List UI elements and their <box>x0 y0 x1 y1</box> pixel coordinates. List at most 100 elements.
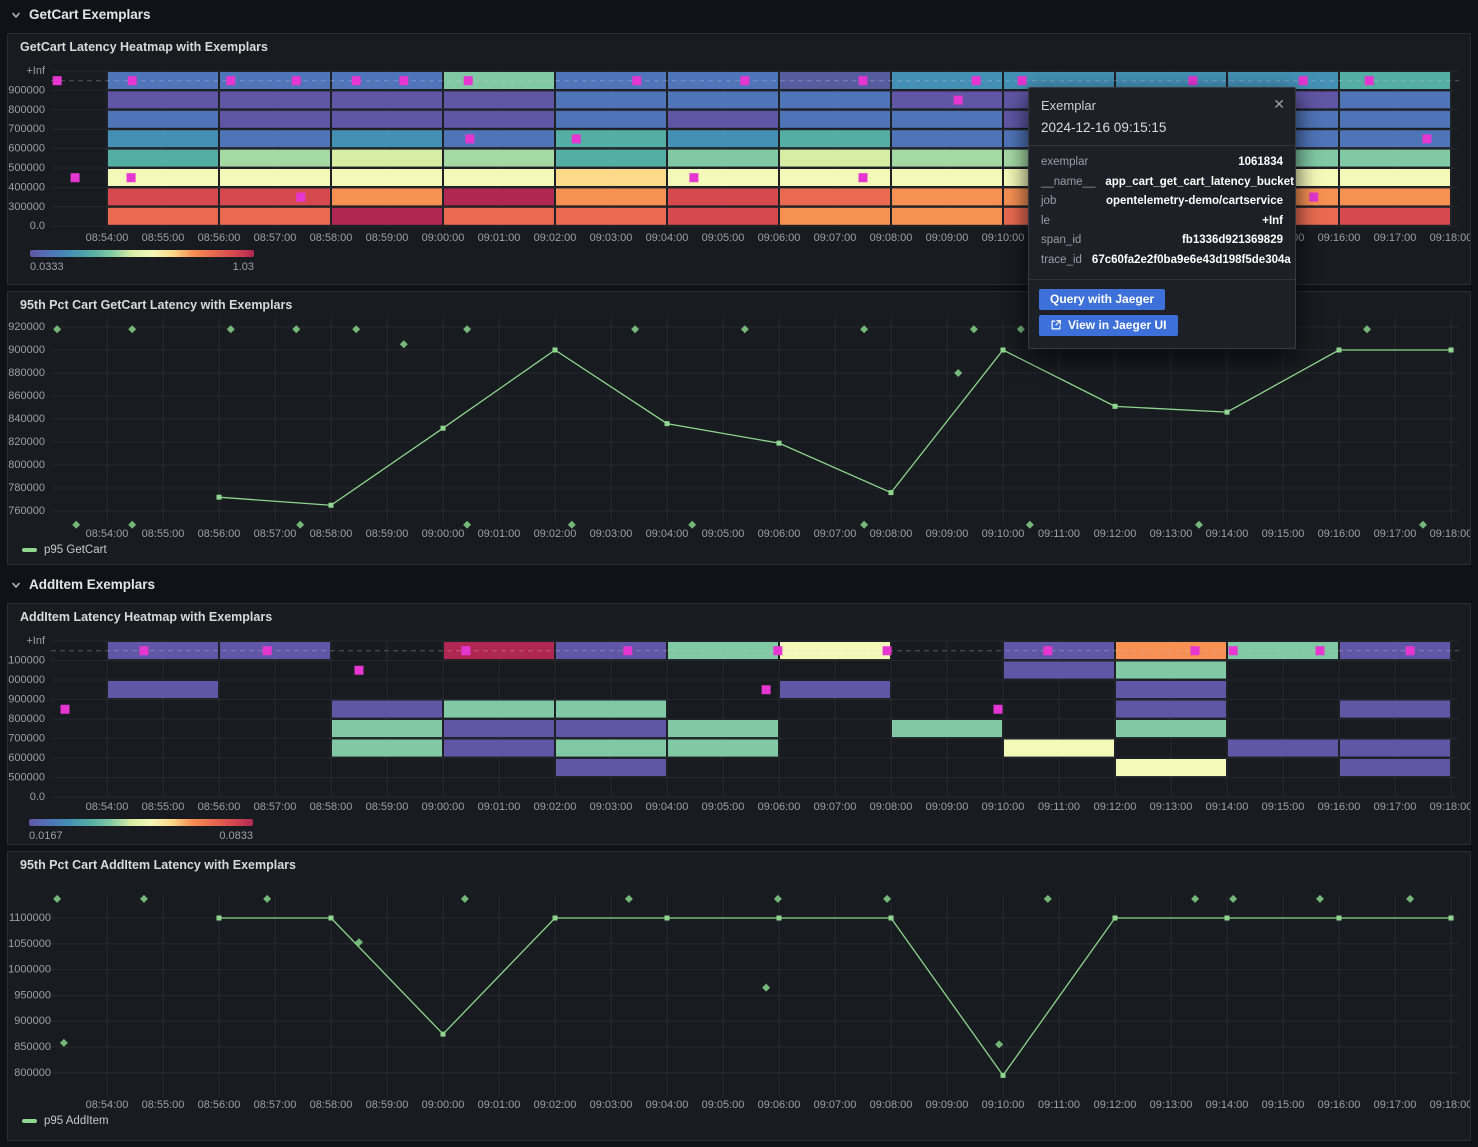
heatmap-cell[interactable] <box>556 188 666 205</box>
heatmap-cell[interactable] <box>220 111 330 128</box>
heatmap-cell[interactable] <box>444 740 554 757</box>
data-point[interactable] <box>329 503 334 508</box>
exemplar-marker[interactable] <box>859 76 868 85</box>
heatmap-cell[interactable] <box>108 150 218 167</box>
exemplar-marker[interactable] <box>1229 646 1238 655</box>
exemplar-marker[interactable] <box>1191 646 1200 655</box>
heatmap-cell[interactable] <box>108 91 218 108</box>
heatmap-cell[interactable] <box>1340 701 1450 718</box>
heatmap-cell[interactable] <box>1340 188 1450 205</box>
exemplar-marker[interactable] <box>689 173 698 182</box>
exemplar-diamond[interactable] <box>774 895 782 903</box>
heatmap-cell[interactable] <box>444 91 554 108</box>
exemplar-marker[interactable] <box>465 134 474 143</box>
heatmap-cell[interactable] <box>1116 681 1226 698</box>
data-point[interactable] <box>1337 916 1342 921</box>
heatmap-cell[interactable] <box>1116 701 1226 718</box>
heatmap-cell[interactable] <box>780 188 890 205</box>
data-point[interactable] <box>889 916 894 921</box>
data-point[interactable] <box>553 916 558 921</box>
exemplar-marker[interactable] <box>859 173 868 182</box>
heatmap-cell[interactable] <box>892 130 1002 147</box>
heatmap-cell[interactable] <box>892 91 1002 108</box>
data-point[interactable] <box>1113 916 1118 921</box>
heatmap-cell[interactable] <box>1340 759 1450 776</box>
heatmap-cell[interactable] <box>1116 759 1226 776</box>
exemplar-marker[interactable] <box>1309 193 1318 202</box>
exemplar-marker[interactable] <box>355 666 364 675</box>
heatmap-cell[interactable] <box>668 740 778 757</box>
heatmap-cell[interactable] <box>444 720 554 737</box>
heatmap-cell[interactable] <box>668 111 778 128</box>
heatmap-cell[interactable] <box>332 720 442 737</box>
data-point[interactable] <box>217 495 222 500</box>
heatmap-cell[interactable] <box>220 150 330 167</box>
heatmap-cell[interactable] <box>668 91 778 108</box>
data-point[interactable] <box>1225 916 1230 921</box>
heatmap-cell[interactable] <box>780 91 890 108</box>
heatmap-cell[interactable] <box>108 681 218 698</box>
heatmap-cell[interactable] <box>444 188 554 205</box>
heatmap-cell[interactable] <box>556 720 666 737</box>
exemplar-diamond[interactable] <box>72 521 80 529</box>
exemplar-diamond[interactable] <box>954 369 962 377</box>
exemplar-marker[interactable] <box>740 76 749 85</box>
exemplar-diamond[interactable] <box>1191 895 1199 903</box>
exemplar-marker[interactable] <box>1365 76 1374 85</box>
heatmap-cell[interactable] <box>892 720 1002 737</box>
data-point[interactable] <box>777 441 782 446</box>
data-point[interactable] <box>553 348 558 353</box>
data-point[interactable] <box>1337 348 1342 353</box>
heatmap-cell[interactable] <box>1340 91 1450 108</box>
exemplar-marker[interactable] <box>773 646 782 655</box>
exemplar-marker[interactable] <box>993 705 1002 714</box>
heatmap-cell[interactable] <box>332 111 442 128</box>
heatmap-cell[interactable] <box>1116 720 1226 737</box>
heatmap-cell[interactable] <box>556 111 666 128</box>
heatmap-cell[interactable] <box>108 130 218 147</box>
heatmap-cell[interactable] <box>556 740 666 757</box>
exemplar-marker[interactable] <box>461 646 470 655</box>
panel-title[interactable]: 95th Pct Cart GetCart Latency with Exemp… <box>20 298 292 312</box>
heatmap-cell[interactable] <box>444 169 554 186</box>
row-toggle-additem-exemplars[interactable]: AddItem Exemplars <box>10 577 155 592</box>
heatmap-cell[interactable] <box>1004 740 1114 757</box>
exemplar-marker[interactable] <box>1315 646 1324 655</box>
exemplar-marker[interactable] <box>127 173 136 182</box>
exemplar-marker[interactable] <box>399 76 408 85</box>
exemplar-diamond[interactable] <box>1419 521 1427 529</box>
exemplar-marker[interactable] <box>572 134 581 143</box>
heatmap-cell[interactable] <box>108 208 218 225</box>
panel-title[interactable]: AddItem Latency Heatmap with Exemplars <box>20 610 272 624</box>
heatmap-cell[interactable] <box>1116 662 1226 679</box>
heatmap-cell[interactable] <box>892 169 1002 186</box>
exemplar-marker[interactable] <box>464 76 473 85</box>
exemplar-marker[interactable] <box>1188 76 1197 85</box>
exemplar-diamond[interactable] <box>60 1039 68 1047</box>
exemplar-diamond[interactable] <box>1026 521 1034 529</box>
exemplar-marker[interactable] <box>53 76 62 85</box>
exemplar-marker[interactable] <box>954 96 963 105</box>
heatmap-cell[interactable] <box>444 208 554 225</box>
heatmap-cell[interactable] <box>444 130 554 147</box>
heatmap-cell[interactable] <box>556 759 666 776</box>
exemplar-marker[interactable] <box>226 76 235 85</box>
heatmap-cell[interactable] <box>668 188 778 205</box>
heatmap-cell[interactable] <box>780 681 890 698</box>
heatmap-cell[interactable] <box>220 188 330 205</box>
heatmap-cell[interactable] <box>332 130 442 147</box>
exemplar-diamond[interactable] <box>688 521 696 529</box>
query-with-jaeger-button[interactable]: Query with Jaeger <box>1039 289 1165 310</box>
heatmap-cell[interactable] <box>1004 662 1114 679</box>
heatmap-cell[interactable] <box>332 701 442 718</box>
data-point[interactable] <box>665 916 670 921</box>
exemplar-diamond[interactable] <box>1406 895 1414 903</box>
exemplar-marker[interactable] <box>972 76 981 85</box>
data-point[interactable] <box>441 1032 446 1037</box>
heatmap-cell[interactable] <box>108 169 218 186</box>
heatmap-cell[interactable] <box>556 208 666 225</box>
exemplar-diamond[interactable] <box>625 895 633 903</box>
heatmap-cell[interactable] <box>332 188 442 205</box>
exemplar-marker[interactable] <box>623 646 632 655</box>
exemplar-marker[interactable] <box>1018 76 1027 85</box>
